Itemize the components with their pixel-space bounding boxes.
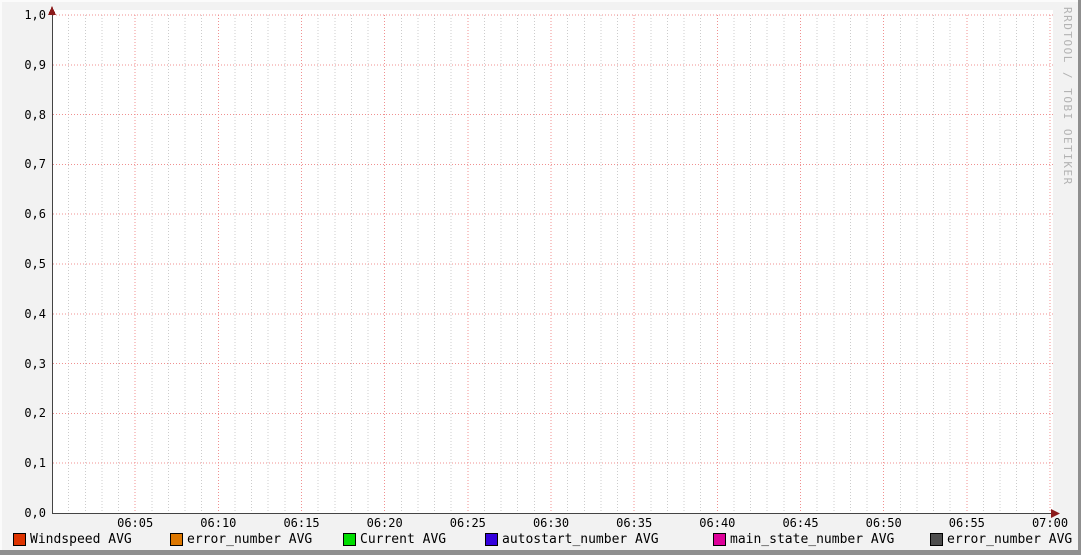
- windspeed-swatch-icon: [13, 533, 26, 546]
- x-tick-label: 06:05: [117, 516, 154, 530]
- x-tick-label: 06:25: [449, 516, 486, 530]
- x-tick-label: 06:15: [283, 516, 320, 530]
- y-tick-label: 0,6: [24, 207, 46, 222]
- y-tick-label: 1,0: [24, 8, 46, 22]
- legend-label: Windspeed AVG: [30, 532, 132, 547]
- legend-label: autostart_number AVG: [502, 532, 659, 547]
- x-tick-label: 06:30: [532, 516, 570, 530]
- y-tick-label: 0,0: [24, 506, 46, 520]
- y-tick-label: 0,7: [24, 157, 46, 172]
- legend-item-windspeed: Windspeed AVG: [13, 532, 132, 547]
- y-tick-label: 0,8: [24, 107, 46, 122]
- x-tick-label: 06:20: [366, 516, 403, 530]
- y-tick-label: 0,2: [24, 406, 46, 421]
- frame-edge-bottom: [0, 550, 1081, 555]
- main-state-number-swatch-icon: [713, 533, 726, 546]
- x-tick-label: 06:10: [200, 516, 237, 530]
- legend-label: error_number AVG: [947, 532, 1073, 547]
- legend-item-error-number-2: error_number AVG: [930, 532, 1072, 547]
- error-number2-swatch-icon: [930, 533, 943, 546]
- chart-grid: [0, 0, 1081, 555]
- current-swatch-icon: [343, 533, 356, 546]
- x-tick-label: 06:50: [865, 516, 902, 530]
- legend-label: Current AVG: [360, 532, 447, 547]
- legend-item-main-state-number: main_state_number AVG: [713, 532, 894, 547]
- rrdtool-graph: 1,0 0,9 0,8 0,7 0,6 0,5 0,4 0,3 0,2 0,1 0,0 06:05 06…: [0, 0, 1081, 555]
- legend-label: main_state_number AVG: [730, 532, 895, 547]
- legend-item-error-number-1: error_number AVG: [170, 532, 312, 547]
- autostart-number-swatch-icon: [485, 533, 498, 546]
- y-tick-label: 0,4: [24, 306, 46, 321]
- x-tick-label: 06:45: [782, 516, 819, 530]
- legend-label: error_number AVG: [187, 532, 313, 547]
- y-tick-label: 0,9: [24, 57, 46, 72]
- x-tick-label: 06:55: [948, 516, 985, 530]
- frame-edge-top: [0, 0, 1081, 2]
- x-tick-label: 06:40: [699, 516, 736, 530]
- rrdtool-watermark: RRDTOOL / TOBI OETIKER: [1061, 7, 1074, 186]
- x-tick-label: 06:35: [616, 516, 653, 530]
- legend-item-autostart-number: autostart_number AVG: [485, 532, 659, 547]
- frame-edge-left: [0, 0, 2, 555]
- y-tick-label: 0,5: [24, 257, 46, 271]
- y-tick-label: 0,3: [24, 356, 46, 371]
- legend-item-current: Current AVG: [343, 532, 446, 547]
- y-tick-label: 0,1: [24, 456, 46, 471]
- x-tick-label: 07:00: [1031, 516, 1069, 530]
- error-number-swatch-icon: [170, 533, 183, 546]
